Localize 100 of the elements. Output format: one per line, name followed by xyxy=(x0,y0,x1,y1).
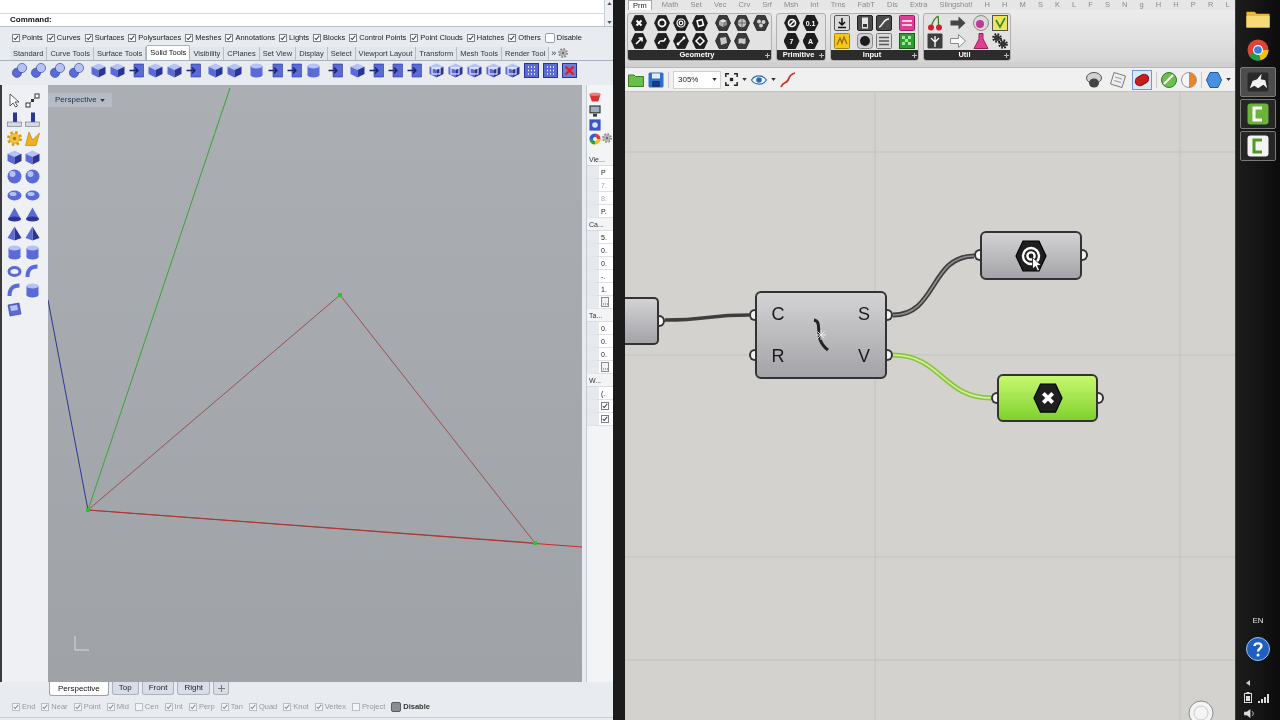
checkbox[interactable] xyxy=(46,34,55,42)
cube-icon[interactable] xyxy=(208,63,223,78)
cylinder-icon[interactable] xyxy=(306,63,321,78)
checkbox[interactable] xyxy=(508,34,517,42)
checkbox[interactable] xyxy=(106,703,115,711)
volume-icon[interactable] xyxy=(1244,709,1255,718)
cherries-icon[interactable] xyxy=(926,15,943,31)
cube-icon[interactable] xyxy=(110,63,125,78)
cube-icon[interactable] xyxy=(91,63,106,78)
zoom-extents-icon[interactable] xyxy=(725,73,738,86)
output-grip[interactable] xyxy=(659,315,665,327)
caret-icon[interactable] xyxy=(712,78,717,81)
scrollbar[interactable] xyxy=(604,0,613,26)
picture-icon[interactable] xyxy=(589,119,601,131)
toggle-box[interactable] xyxy=(544,33,555,43)
grid-icon[interactable] xyxy=(543,63,558,78)
help-icon[interactable] xyxy=(1246,637,1270,661)
taskbar-button[interactable] xyxy=(1240,67,1276,97)
cube-arrow-icon[interactable] xyxy=(186,63,201,78)
list-icon[interactable] xyxy=(876,33,892,49)
input-grip[interactable] xyxy=(749,349,755,361)
tree-icon[interactable] xyxy=(926,33,943,49)
monitor-icon[interactable] xyxy=(589,105,601,117)
viewport-tab[interactable]: Front xyxy=(141,682,175,695)
half-sphere-icon[interactable] xyxy=(1181,71,1197,88)
checkbox[interactable] xyxy=(314,703,323,711)
box-face-icon[interactable] xyxy=(486,63,501,78)
checkbox[interactable] xyxy=(410,34,419,42)
property-row[interactable] xyxy=(587,400,613,413)
cone-icon[interactable] xyxy=(25,207,40,222)
line-tool-icon[interactable] xyxy=(25,112,40,127)
settings-icon[interactable] xyxy=(558,48,569,58)
pixel-grid-icon[interactable] xyxy=(899,33,915,49)
cone-icon[interactable] xyxy=(7,207,22,222)
square-hexagon-icon[interactable] xyxy=(691,15,708,31)
output-label[interactable]: V xyxy=(858,347,870,365)
dial-icon[interactable] xyxy=(1188,700,1214,720)
checkbox[interactable] xyxy=(128,34,137,42)
checkbox[interactable] xyxy=(134,703,143,711)
input-label[interactable]: R xyxy=(771,347,785,365)
scroll-down-icon[interactable] xyxy=(606,21,612,24)
caret-icon[interactable] xyxy=(1226,78,1231,81)
checkbox[interactable] xyxy=(84,34,93,42)
cube-icon[interactable] xyxy=(350,63,365,78)
line-hexagon-icon[interactable] xyxy=(672,33,689,49)
arrow-icon[interactable] xyxy=(949,15,966,31)
viewport-tab[interactable]: Right xyxy=(177,682,211,695)
download-icon[interactable] xyxy=(834,15,850,31)
pipe-icon[interactable] xyxy=(7,283,22,298)
checkbox[interactable] xyxy=(248,703,257,711)
cube-arrow-icon[interactable] xyxy=(268,63,283,78)
cylinder-icon[interactable] xyxy=(25,283,40,298)
patch-hexagon-icon[interactable] xyxy=(733,33,750,49)
taskbar-button[interactable] xyxy=(1240,131,1276,161)
viewport[interactable]: Perspective xyxy=(48,85,582,682)
battery-icon[interactable] xyxy=(1244,692,1252,703)
cube-icon[interactable] xyxy=(7,150,22,165)
cluster-hexagon-icon[interactable] xyxy=(752,15,769,31)
checkbox[interactable] xyxy=(349,34,358,42)
cube-arrow-icon[interactable] xyxy=(129,63,144,78)
scroll-up-icon[interactable] xyxy=(606,2,612,5)
cube-arrow-icon[interactable] xyxy=(369,63,384,78)
checkbox[interactable] xyxy=(188,703,197,711)
checkmark-frame-icon[interactable] xyxy=(991,15,1008,31)
checkbox[interactable] xyxy=(601,415,609,423)
toggle-box[interactable] xyxy=(391,702,402,712)
ring-hexagon-icon[interactable] xyxy=(653,15,670,31)
outline-arrow-icon[interactable] xyxy=(949,33,966,49)
viewport-tab[interactable]: Top xyxy=(111,682,139,695)
checkbox[interactable] xyxy=(12,34,20,42)
cube-arrow-icon[interactable] xyxy=(407,63,422,78)
control-points-icon[interactable] xyxy=(25,93,40,108)
add-viewport-tab[interactable] xyxy=(213,682,230,695)
input-grip[interactable] xyxy=(749,309,755,321)
cube-hexagon-icon[interactable] xyxy=(714,15,731,31)
color-ball-icon[interactable] xyxy=(972,15,989,31)
checkbox[interactable] xyxy=(185,34,194,42)
property-row[interactable] xyxy=(587,296,613,309)
save-icon[interactable] xyxy=(648,71,664,88)
ellipsoid-icon[interactable] xyxy=(7,188,22,203)
caret-icon[interactable] xyxy=(742,78,747,81)
input-grip[interactable] xyxy=(974,249,980,261)
hexagon-icon[interactable] xyxy=(1206,71,1222,88)
pyramid-icon[interactable] xyxy=(25,226,40,241)
checkbox[interactable] xyxy=(601,402,609,410)
cylinder-icon[interactable] xyxy=(249,63,264,78)
cube-icon[interactable] xyxy=(25,150,40,165)
pyramid-icon[interactable] xyxy=(7,226,22,241)
ellipsoid-icon[interactable] xyxy=(25,188,40,203)
output-grip[interactable] xyxy=(887,309,893,321)
grid-icon[interactable] xyxy=(524,63,539,78)
cube-icon[interactable] xyxy=(167,63,182,78)
checkbox[interactable] xyxy=(73,703,82,711)
spheres-icon[interactable] xyxy=(50,63,65,78)
box-face-icon[interactable] xyxy=(505,63,520,78)
cube-icon[interactable] xyxy=(148,63,163,78)
pointer-icon[interactable] xyxy=(7,93,22,108)
signal-icon[interactable] xyxy=(1258,694,1270,703)
line-tool-icon[interactable] xyxy=(7,112,22,127)
pipe-icon[interactable] xyxy=(25,264,40,279)
